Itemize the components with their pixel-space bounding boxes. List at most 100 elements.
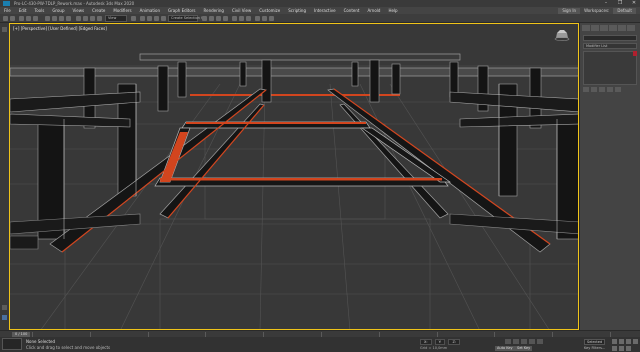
bind-space-warp-icon[interactable] xyxy=(33,16,38,21)
menu-modifiers[interactable]: Modifiers xyxy=(109,7,135,14)
configure-sets-icon[interactable] xyxy=(615,87,621,92)
make-unique-icon[interactable] xyxy=(599,87,605,92)
curve-editor-icon[interactable] xyxy=(232,16,237,21)
hierarchy-tab-icon[interactable] xyxy=(600,25,608,31)
rotate-icon[interactable] xyxy=(83,16,88,21)
select-by-name-icon[interactable] xyxy=(52,16,57,21)
maximize-button[interactable]: ❐ xyxy=(616,0,624,7)
render-setup-icon[interactable] xyxy=(255,16,260,21)
modify-tab-icon[interactable] xyxy=(591,25,599,31)
y-field[interactable]: Y: xyxy=(434,339,446,345)
menu-scripting[interactable]: Scripting xyxy=(284,7,310,14)
link-icon[interactable] xyxy=(19,16,24,21)
viewcube-icon[interactable] xyxy=(554,29,570,41)
snaps-toggle-icon[interactable] xyxy=(140,16,145,21)
next-frame-icon[interactable] xyxy=(529,339,535,344)
x-field[interactable]: X: xyxy=(420,339,432,345)
undo-icon[interactable] xyxy=(3,16,8,21)
layout-tab-icon[interactable] xyxy=(2,315,7,320)
modifier-list-dropdown[interactable]: Modifier List xyxy=(583,43,637,49)
menu-group[interactable]: Group xyxy=(48,7,68,14)
auto-key-button[interactable]: Auto Key xyxy=(495,346,515,351)
placement-icon[interactable] xyxy=(97,16,102,21)
go-to-start-icon[interactable] xyxy=(505,339,511,344)
select-object-icon[interactable] xyxy=(45,16,50,21)
menu-views[interactable]: Views xyxy=(69,7,89,14)
menu-rendering[interactable]: Rendering xyxy=(200,7,228,14)
mirror-icon[interactable] xyxy=(202,16,207,21)
go-to-end-icon[interactable] xyxy=(537,339,543,344)
menu-graph-editors[interactable]: Graph Editors xyxy=(164,7,199,14)
key-selection-dropdown[interactable]: Selected xyxy=(584,339,606,345)
maximize-viewport-icon[interactable] xyxy=(626,346,631,351)
create-tab-icon[interactable] xyxy=(582,25,590,31)
pin-stack-icon[interactable] xyxy=(583,87,589,92)
menu-content[interactable]: Content xyxy=(340,7,364,14)
window-title: Pro-LC-430-PW-7DLP_Rework.max - Autodesk… xyxy=(14,1,135,6)
reference-coordinate-dropdown[interactable]: View xyxy=(105,15,127,22)
pan-icon[interactable] xyxy=(612,346,617,351)
modifier-stack[interactable] xyxy=(583,51,637,85)
utilities-tab-icon[interactable] xyxy=(627,25,635,31)
show-end-result-icon[interactable] xyxy=(591,87,597,92)
workspace-label: Workspaces: xyxy=(584,8,610,13)
time-slider[interactable]: 0 / 100 xyxy=(0,330,640,337)
angle-snap-icon[interactable] xyxy=(147,16,152,21)
zoom-extents-icon[interactable] xyxy=(626,339,631,344)
previous-frame-icon[interactable] xyxy=(513,339,519,344)
menu-help[interactable]: Help xyxy=(384,7,401,14)
viewport-label[interactable]: [+] [Perspective] [User Defined] [Edged … xyxy=(13,26,107,31)
menu-interactive[interactable]: Interactive xyxy=(310,7,340,14)
move-icon[interactable] xyxy=(76,16,81,21)
menu-animation[interactable]: Animation xyxy=(136,7,164,14)
viewport-layout-icon[interactable] xyxy=(2,305,7,310)
close-button[interactable]: ✕ xyxy=(630,0,638,7)
fov-icon[interactable] xyxy=(633,339,638,344)
menu-edit[interactable]: Edit xyxy=(15,7,31,14)
z-field[interactable]: Z: xyxy=(448,339,461,345)
menu-arnold[interactable]: Arnold xyxy=(363,7,384,14)
unlink-icon[interactable] xyxy=(26,16,31,21)
object-color-swatch[interactable] xyxy=(633,51,637,56)
menu-file[interactable]: File xyxy=(0,7,15,14)
toggle-scene-explorer-icon[interactable] xyxy=(216,16,221,21)
pivot-center-icon[interactable] xyxy=(131,16,136,21)
scale-icon[interactable] xyxy=(90,16,95,21)
schematic-view-icon[interactable] xyxy=(239,16,244,21)
zoom-all-icon[interactable] xyxy=(619,339,624,344)
display-tab-icon[interactable] xyxy=(618,25,626,31)
object-name-field[interactable] xyxy=(583,35,637,41)
perspective-viewport[interactable]: [+] [Perspective] [User Defined] [Edged … xyxy=(9,23,579,330)
remove-modifier-icon[interactable] xyxy=(607,87,613,92)
left-ribbon xyxy=(0,23,9,330)
sign-in-button[interactable]: Sign In xyxy=(558,7,581,14)
material-editor-icon[interactable] xyxy=(246,16,251,21)
render-production-icon[interactable] xyxy=(269,16,274,21)
align-icon[interactable] xyxy=(209,16,214,21)
layer-explorer-icon[interactable] xyxy=(223,16,228,21)
minimize-button[interactable]: – xyxy=(602,0,610,7)
set-key-button[interactable]: Set Key xyxy=(515,346,533,351)
ribbon-toggle-icon[interactable] xyxy=(2,27,7,32)
key-filters-button[interactable]: Key Filters... xyxy=(584,346,605,350)
workspace-dropdown[interactable]: Default xyxy=(613,7,636,14)
app-logo-icon xyxy=(3,1,10,6)
menu-civil-view[interactable]: Civil View xyxy=(228,7,255,14)
zoom-icon[interactable] xyxy=(612,339,617,344)
orbit-icon[interactable] xyxy=(619,346,624,351)
rendered-frame-window-icon[interactable] xyxy=(262,16,267,21)
viewport-navigation xyxy=(612,339,638,351)
play-icon[interactable] xyxy=(521,339,527,344)
redo-icon[interactable] xyxy=(10,16,15,21)
menu-customize[interactable]: Customize xyxy=(255,7,284,14)
motion-tab-icon[interactable] xyxy=(609,25,617,31)
percent-snap-icon[interactable] xyxy=(154,16,159,21)
named-selection-sets-dropdown[interactable]: Create Selection Se xyxy=(168,15,205,22)
spinner-snap-icon[interactable] xyxy=(161,16,166,21)
region-select-icon[interactable] xyxy=(59,16,64,21)
maxscript-listener[interactable] xyxy=(2,338,22,350)
selection-status: None Selected xyxy=(26,339,56,344)
window-crossing-icon[interactable] xyxy=(66,16,71,21)
menu-create[interactable]: Create xyxy=(88,7,109,14)
menu-tools[interactable]: Tools xyxy=(30,7,48,14)
